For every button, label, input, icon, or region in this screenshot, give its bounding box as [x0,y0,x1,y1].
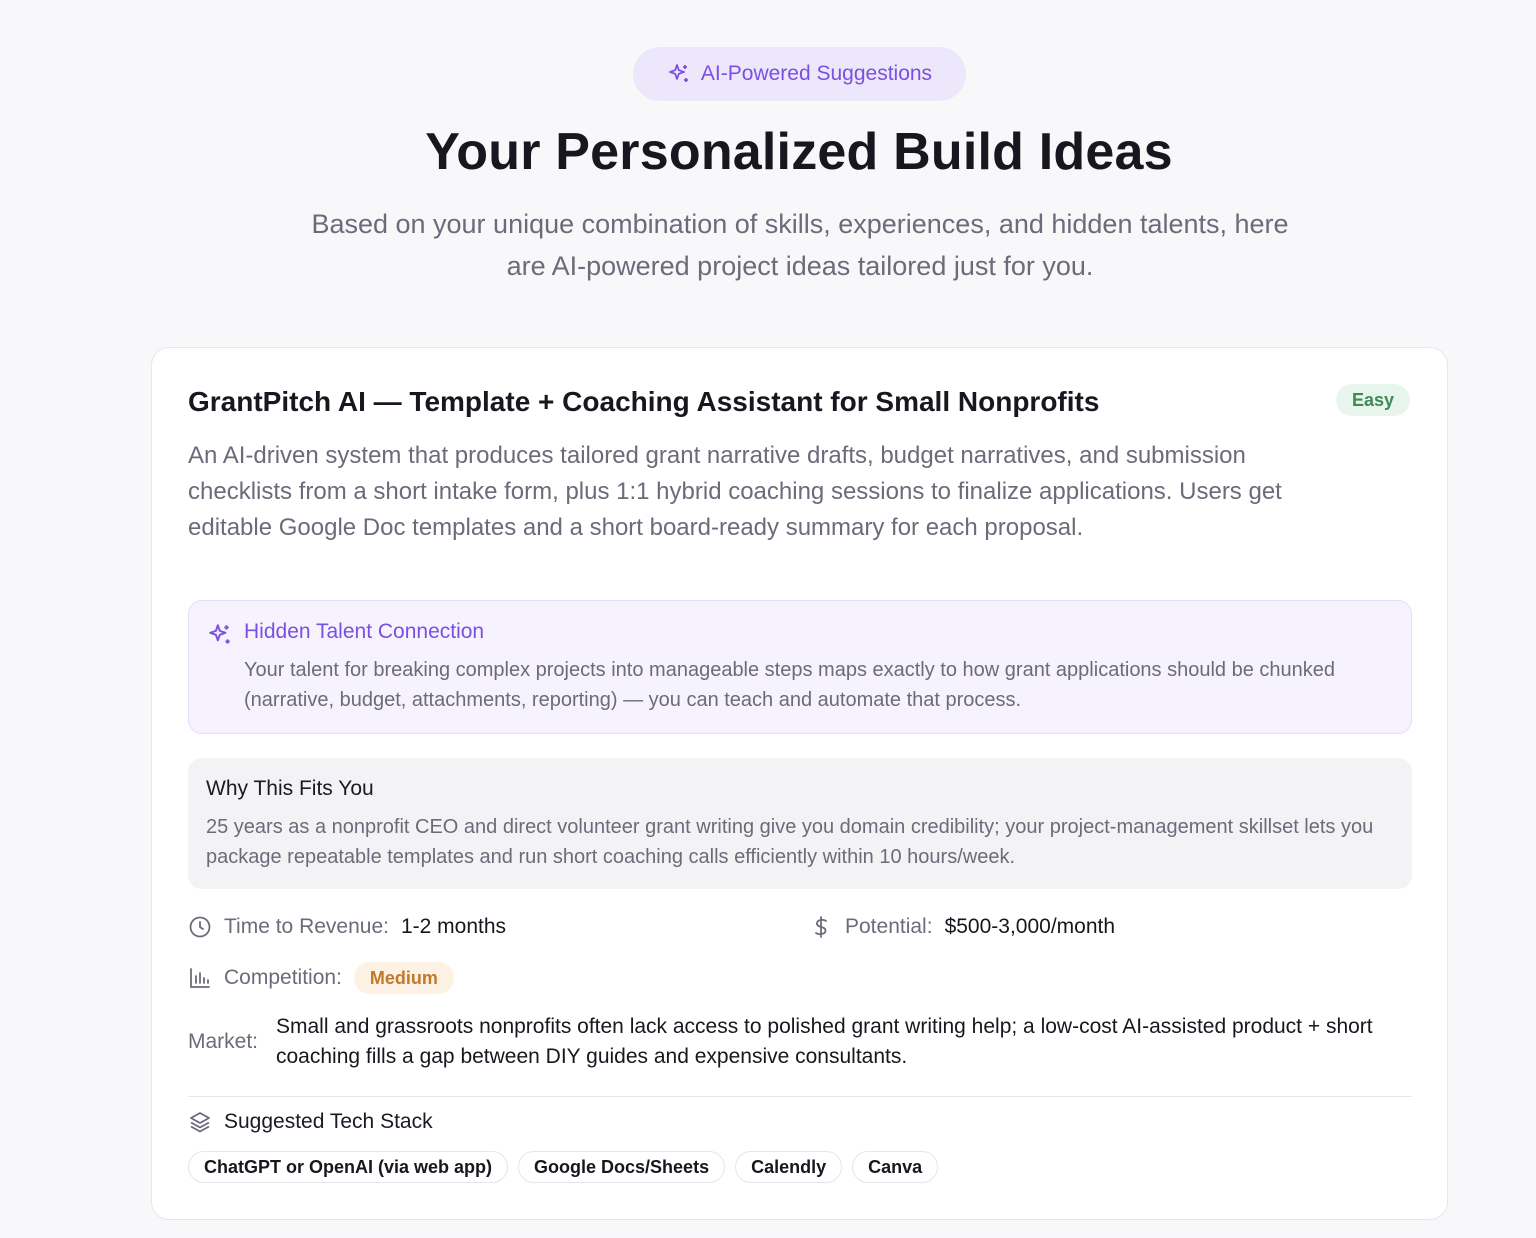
tech-stack-list: ChatGPT or OpenAI (via web app) Google D… [188,1151,939,1183]
badge-label: AI-Powered Suggestions [700,62,933,85]
revenue-potential: Potential: $500-3,000/month [809,915,1115,939]
dollar-icon [815,916,827,938]
page-title: Your Personalized Build Ideas [425,123,1173,181]
sparkles-icon [669,64,688,82]
hidden-talent-heading: Hidden Talent Connection [244,620,485,643]
page-subtitle: Based on your unique combination of skil… [311,209,1289,281]
tech-chip: ChatGPT or OpenAI (via web app) [188,1151,509,1183]
potential-label: Potential: [845,915,933,938]
why-fits-text: 25 years as a nonprofit CEO and direct v… [206,816,1374,868]
tech-stack-heading: Suggested Tech Stack [188,1110,433,1134]
competition-label: Competition: [224,966,342,989]
idea-card: GrantPitch AI — Template + Coaching Assi… [151,347,1448,1220]
tech-chip: Calendly [735,1151,843,1183]
tech-stack-heading-label: Suggested Tech Stack [224,1110,433,1133]
time-to-revenue-value: 1-2 months [400,915,507,938]
divider [188,1096,1412,1097]
tech-chip: Canva [852,1151,939,1183]
tech-chip: Google Docs/Sheets [518,1151,726,1183]
market-text: Small and grassroots nonprofits often la… [276,1015,1373,1068]
idea-title: GrantPitch AI — Template + Coaching Assi… [188,386,1100,417]
bar-chart-icon [190,968,210,988]
competition-badge: Medium [353,962,454,994]
competition: Competition: Medium [188,962,454,994]
ai-suggestions-badge: AI-Powered Suggestions [633,47,966,101]
layers-icon [190,1112,210,1133]
potential-value: $500-3,000/month [944,915,1116,938]
difficulty-badge: Easy [1335,384,1410,416]
hidden-talent-panel: Hidden Talent Connection Your talent for… [188,600,1412,734]
why-fits-heading: Why This Fits You [206,777,374,800]
hidden-talent-text: Your talent for breaking complex project… [244,659,1336,711]
time-to-revenue: Time to Revenue: 1-2 months [188,915,506,939]
time-to-revenue-label: Time to Revenue: [224,915,389,938]
idea-description: An AI-driven system that produces tailor… [188,442,1282,541]
why-fits-panel: Why This Fits You 25 years as a nonprofi… [188,758,1412,889]
market-label: Market: [188,1030,259,1053]
sparkles-icon [209,624,230,644]
clock-icon [189,916,211,938]
